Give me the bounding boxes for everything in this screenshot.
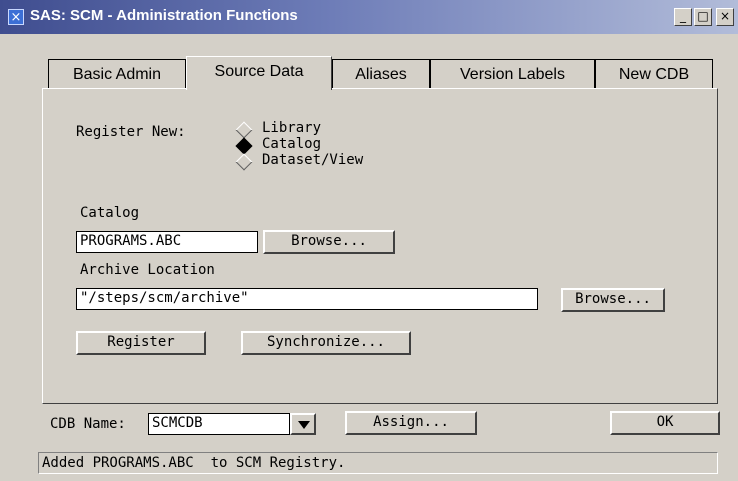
radio-dataset-view-label: Dataset/View	[262, 152, 364, 168]
cdb-name-input[interactable]: SCMCDB	[148, 413, 290, 435]
minimize-icon: _	[680, 9, 686, 23]
minimize-button[interactable]: _	[674, 8, 692, 26]
synchronize-button[interactable]: Synchronize...	[241, 331, 411, 355]
sas-app-icon[interactable]: ×	[8, 9, 24, 25]
catalog-label: Catalog	[80, 205, 140, 221]
maximize-icon: □	[697, 9, 709, 23]
close-button[interactable]: ×	[716, 8, 734, 26]
tab-version-labels[interactable]: Version Labels	[430, 59, 595, 89]
catalog-browse-button[interactable]: Browse...	[263, 230, 395, 254]
title-bar[interactable]: × SAS: SCM - Administration Functions _ …	[0, 0, 738, 34]
catalog-input[interactable]: PROGRAMS.ABC	[76, 231, 258, 253]
radio-catalog-label: Catalog	[262, 136, 322, 152]
archive-location-input[interactable]: "/steps/scm/archive"	[76, 288, 538, 310]
close-icon: ×	[719, 9, 731, 23]
scm-admin-window: × SAS: SCM - Administration Functions _ …	[0, 0, 738, 481]
tab-source-data[interactable]: Source Data	[186, 56, 332, 90]
tab-new-cdb[interactable]: New CDB	[595, 59, 713, 89]
archive-location-label: Archive Location	[80, 262, 215, 278]
dropdown-arrow-icon	[298, 421, 310, 429]
ok-button[interactable]: OK	[610, 411, 720, 435]
status-bar: Added PROGRAMS.ABC to SCM Registry.	[38, 452, 718, 474]
archive-browse-button[interactable]: Browse...	[561, 288, 665, 312]
maximize-button[interactable]: □	[694, 8, 712, 26]
window-title: SAS: SCM - Administration Functions	[30, 7, 298, 24]
cdb-dropdown-button[interactable]	[290, 413, 316, 435]
register-button[interactable]: Register	[76, 331, 206, 355]
assign-button[interactable]: Assign...	[345, 411, 477, 435]
register-new-label: Register New:	[76, 124, 186, 140]
tab-basic-admin[interactable]: Basic Admin	[48, 59, 186, 89]
radio-library-label: Library	[262, 120, 322, 136]
cdb-name-label: CDB Name:	[50, 416, 126, 432]
tab-aliases[interactable]: Aliases	[332, 59, 430, 89]
